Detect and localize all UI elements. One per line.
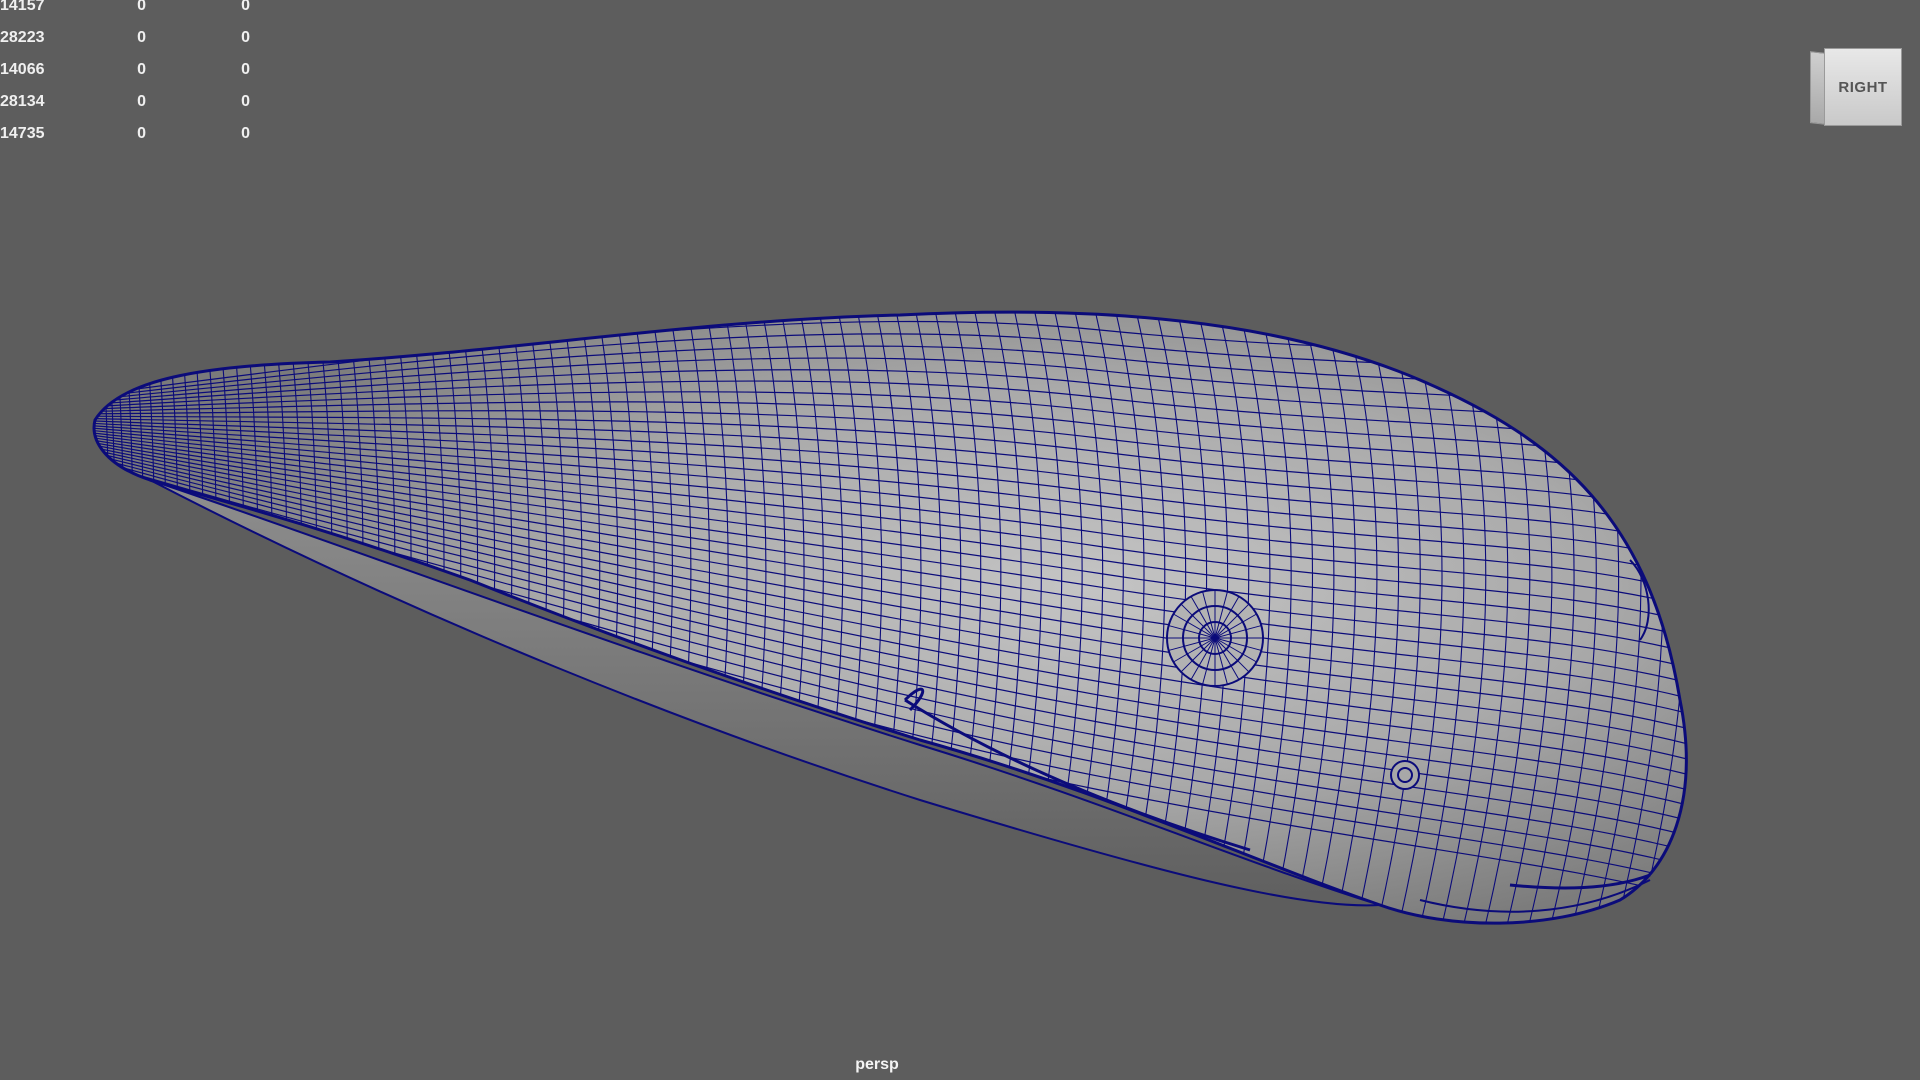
mesh-edge-ring [240, 312, 273, 924]
nostril-icon [1390, 760, 1420, 790]
view-cube[interactable]: RIGHT [1808, 46, 1904, 128]
perspective-viewport[interactable]: 14157 0 0 28223 0 0 14066 0 0 28134 0 0 14735 0 0 RIGH… [0, 0, 1920, 1080]
mesh-edge-ring [94, 312, 116, 924]
mesh-edge-ring [127, 312, 156, 924]
hud-stats: 14157 0 0 28223 0 0 14066 0 0 28134 0 0 14735 0 0 [0, 0, 270, 160]
hud-value: 0 [241, 125, 250, 142]
mesh-edge-ring [98, 312, 125, 924]
hud-value: 0 [137, 125, 146, 142]
mesh-edge-ring [94, 312, 110, 924]
view-cube-face-right[interactable]: RIGHT [1824, 48, 1902, 126]
view-cube-label: RIGHT [1838, 78, 1888, 96]
hud-value: 0 [241, 29, 250, 46]
camera-name-label: persp [855, 1056, 899, 1073]
mesh-edge-ring [1684, 312, 1687, 924]
hud-value: 14157 [0, 0, 45, 14]
hud-row: 14735 0 0 [0, 125, 270, 160]
mesh-edge-ring [150, 312, 179, 924]
mesh-edge-ring [226, 312, 259, 924]
hud-value: 28134 [0, 93, 45, 110]
hud-value: 14735 [0, 125, 45, 142]
mesh-edge-ring [213, 312, 245, 924]
mesh-edge-ring [138, 312, 167, 924]
hud-value: 0 [137, 29, 146, 46]
hud-value: 0 [241, 61, 250, 78]
mesh-edge-ring [200, 312, 231, 924]
hud-value: 14066 [0, 61, 45, 78]
hud-value: 0 [137, 93, 146, 110]
fish-mesh-icon[interactable] [0, 0, 1920, 1080]
hud-value: 0 [137, 0, 146, 14]
mesh-edge-ring [187, 312, 218, 924]
mesh-edge-ring [117, 312, 145, 924]
mesh-edge-ring [107, 312, 134, 924]
mesh-edge-ring [162, 312, 192, 924]
hud-value: 0 [137, 61, 146, 78]
hud-value: 0 [241, 93, 250, 110]
mesh-edge-ring [1662, 312, 1687, 924]
mesh-edge-ring [174, 312, 204, 924]
hud-value: 28223 [0, 29, 45, 46]
hud-value: 0 [241, 0, 250, 14]
